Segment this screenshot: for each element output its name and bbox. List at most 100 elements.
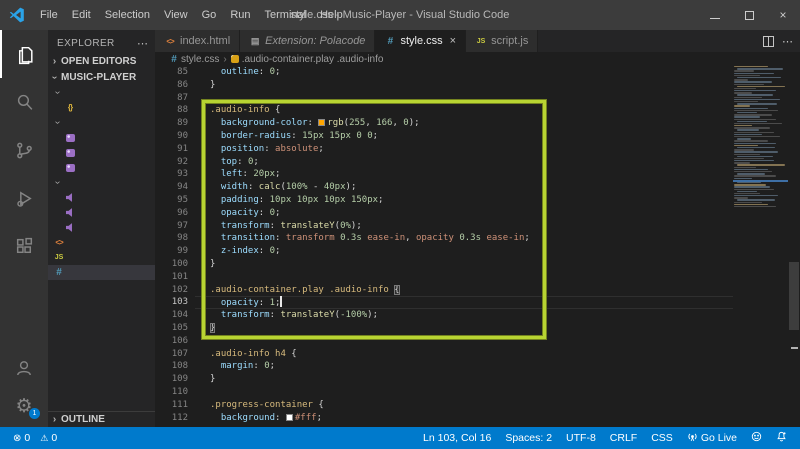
code-line[interactable]: 93 left: 20px; — [155, 168, 800, 181]
code-text: background: #fff; — [210, 412, 322, 425]
menu-run[interactable]: Run — [223, 0, 257, 30]
menu-file[interactable]: File — [33, 0, 65, 30]
split-editor-icon[interactable] — [763, 36, 774, 47]
code-line[interactable]: 91 position: absolute; — [155, 143, 800, 156]
code-line[interactable]: 95 padding: 10px 10px 10px 150px; — [155, 194, 800, 207]
minimap-row — [737, 86, 785, 87]
code-line[interactable]: 102.audio-container.play .audio-info { — [155, 284, 800, 297]
status-0[interactable]: ⊗0 — [8, 427, 35, 449]
line-number: 93 — [155, 168, 195, 181]
code-line[interactable]: 97 transform: translateY(0%); — [155, 220, 800, 233]
code-line[interactable]: 96 opacity: 0; — [155, 207, 800, 220]
account-button[interactable] — [0, 349, 48, 387]
code-line[interactable]: 90 border-radius: 15px 15px 0 0; — [155, 130, 800, 143]
code-line[interactable]: 104 transform: translateY(-100%); — [155, 309, 800, 322]
tree-item-melody-jpg[interactable] — [48, 145, 155, 160]
feedback-icon[interactable] — [746, 427, 767, 449]
window-controls: × — [698, 0, 800, 30]
breadcrumb-file[interactable]: style.css — [181, 54, 219, 65]
token: : — [259, 195, 270, 205]
code-line[interactable]: 105} — [155, 322, 800, 335]
tree-item-images[interactable]: › — [48, 115, 155, 130]
tree-item-music[interactable]: › — [48, 175, 155, 190]
tree-item-launch-json[interactable]: {} — [48, 100, 155, 115]
activitybar-explorer[interactable] — [0, 30, 48, 78]
minimap[interactable] — [733, 66, 788, 427]
code-line[interactable]: 101 — [155, 271, 800, 284]
code-line[interactable]: 99 z-index: 0; — [155, 245, 800, 258]
token: .audio-info h4 — [210, 349, 286, 359]
activitybar-run-debug[interactable] — [0, 174, 48, 222]
menu-selection[interactable]: Selection — [98, 0, 157, 30]
settings-button[interactable]: ⚙ 1 — [0, 387, 48, 425]
code-line[interactable]: 106 — [155, 335, 800, 348]
open-editors-label: OPEN EDITORS — [61, 56, 136, 67]
code-line[interactable]: 110 — [155, 386, 800, 399]
open-editors-section[interactable]: › OPEN EDITORS — [48, 53, 155, 69]
vertical-scrollbar[interactable] — [788, 66, 800, 427]
tree-item-index-html[interactable]: <> — [48, 235, 155, 250]
minimap-row — [734, 136, 780, 137]
tab-index-html[interactable]: <>index.html — [155, 30, 240, 52]
status-ln-103-col-16[interactable]: Ln 103, Col 16 — [418, 427, 496, 449]
tab-script-js[interactable]: JSscript.js — [466, 30, 538, 52]
activitybar-search[interactable] — [0, 78, 48, 126]
code-line[interactable]: 111.progress-container { — [155, 399, 800, 412]
status-crlf[interactable]: CRLF — [605, 427, 642, 449]
menu-go[interactable]: Go — [195, 0, 224, 30]
menu-help[interactable]: Help — [313, 0, 350, 30]
code-line[interactable]: 89 background-color: rgb(255, 166, 0); — [155, 117, 800, 130]
code-line[interactable]: 88.audio-info { — [155, 104, 800, 117]
status-css[interactable]: CSS — [646, 427, 678, 449]
tree-item-dream-mp3[interactable] — [48, 190, 155, 205]
activitybar-extensions[interactable] — [0, 222, 48, 270]
tree-item-melody-mp3[interactable] — [48, 205, 155, 220]
tree-item-vscode[interactable]: › — [48, 85, 155, 100]
status-0[interactable]: ⚠0 — [35, 427, 62, 449]
tree-item-style-css[interactable]: # — [48, 265, 155, 280]
code-line[interactable]: 100} — [155, 258, 800, 271]
token: : — [259, 246, 270, 256]
code-line[interactable]: 109} — [155, 373, 800, 386]
workspace-root[interactable]: › MUSIC-PLAYER — [48, 69, 155, 85]
outline-section[interactable]: › OUTLINE — [48, 411, 155, 427]
line-number: 99 — [155, 245, 195, 258]
status-go-live[interactable]: Go Live — [682, 427, 742, 449]
breadcrumb-symbol[interactable]: .audio-container.play .audio-info — [242, 54, 384, 65]
minimap-row — [734, 90, 776, 91]
bell-icon[interactable] — [771, 427, 792, 449]
code-editor[interactable]: 85 outline: 0;86}8788.audio-info {89 bac… — [155, 66, 800, 427]
minimap-row — [734, 160, 774, 161]
tree-item-dream-jpg[interactable] — [48, 130, 155, 145]
minimize-button[interactable] — [698, 0, 732, 30]
code-line[interactable]: 112 background: #fff; — [155, 412, 800, 425]
code-line[interactable]: 98 transition: transform 0.3s ease-in, o… — [155, 232, 800, 245]
activitybar-source-control[interactable] — [0, 126, 48, 174]
menu-terminal[interactable]: Terminal — [258, 0, 314, 30]
close-button[interactable]: × — [766, 0, 800, 30]
close-icon: × — [779, 8, 786, 22]
code-line[interactable]: 92 top: 0; — [155, 156, 800, 169]
menu-view[interactable]: View — [157, 0, 195, 30]
code-line[interactable]: 108 margin: 0; — [155, 360, 800, 373]
tree-item-peace-jpg[interactable] — [48, 160, 155, 175]
code-line[interactable]: 86} — [155, 79, 800, 92]
status-utf-8[interactable]: UTF-8 — [561, 427, 601, 449]
more-actions-icon[interactable]: ⋯ — [782, 35, 794, 48]
code-text: outline: 0; — [210, 66, 280, 79]
code-line[interactable]: 107.audio-info h4 { — [155, 348, 800, 361]
tab-style-css[interactable]: #style.css× — [375, 30, 466, 52]
close-tab-icon[interactable]: × — [450, 36, 456, 47]
code-line[interactable]: 103 opacity: 1; — [155, 296, 800, 309]
code-line[interactable]: 87 — [155, 92, 800, 105]
code-line[interactable]: 85 outline: 0; — [155, 66, 800, 79]
tree-item-peace-mp3[interactable] — [48, 220, 155, 235]
status-spaces-2[interactable]: Spaces: 2 — [500, 427, 557, 449]
tab-extension-polacode[interactable]: ▤Extension: Polacode — [240, 30, 375, 52]
explorer-more-actions[interactable]: ⋯ — [137, 37, 149, 50]
menu-edit[interactable]: Edit — [65, 0, 98, 30]
tree-item-script-js[interactable]: JS — [48, 250, 155, 265]
maximize-button[interactable] — [732, 0, 766, 30]
code-line[interactable]: 94 width: calc(100% - 40px); — [155, 181, 800, 194]
scrollbar-thumb[interactable] — [789, 262, 799, 330]
